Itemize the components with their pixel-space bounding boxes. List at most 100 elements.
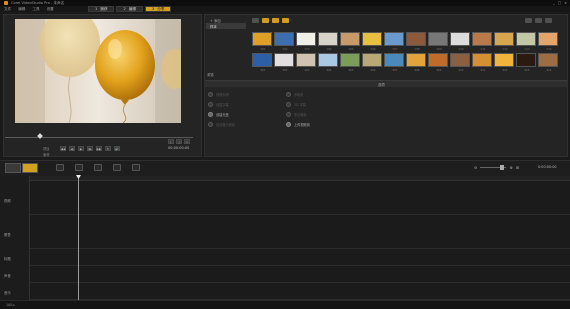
thumbnail-caption: V02 [282,48,288,51]
timeline-playhead[interactable] [78,176,79,300]
media-thumbnail[interactable]: S04 [318,53,338,72]
list-view-icon[interactable] [535,18,542,23]
media-thumbnail[interactable]: S14 [538,53,558,72]
media-thumbnail[interactable]: V02 [274,32,294,51]
zoom-out-icon[interactable]: ⊖ [474,165,477,170]
share-option[interactable]: 视频剪辑 [208,92,286,97]
transport-controls: ◀◀ ◀| ▶ |▶ ▶▶ ↻ 🔊 [60,146,120,151]
sort-icon[interactable] [525,18,532,23]
media-thumbnail[interactable]: S06 [362,53,382,72]
mark-in-button[interactable]: [ [168,139,174,144]
media-thumbnail[interactable]: S11 [472,53,492,72]
option-icon [208,112,213,117]
media-thumbnail[interactable]: V05 [340,32,360,51]
record-capture-icon[interactable] [94,164,102,171]
undo-icon[interactable] [56,164,64,171]
home-button[interactable]: ◀◀ [60,146,66,151]
folder-icon[interactable] [252,18,259,23]
thumbnail-size-icon[interactable] [545,18,552,23]
browse-button[interactable]: 浏览 [207,72,214,77]
repeat-icon[interactable]: ↻ [105,146,111,151]
media-thumbnail[interactable]: V10 [450,32,470,51]
media-thumbnail[interactable]: S13 [516,53,536,72]
media-thumbnail[interactable]: V04 [318,32,338,51]
video-filter-icon[interactable] [262,18,269,23]
player-mode: 项目 素材 [43,146,50,157]
share-option[interactable]: 多点裁剪 [286,112,364,117]
zoom-knob[interactable] [500,165,505,170]
fit-project-icon[interactable]: ⊞ [516,165,519,170]
video-track[interactable] [30,182,570,215]
share-option[interactable]: 自动音乐修剪 [208,122,286,127]
menu-settings[interactable]: 设置 [47,7,54,12]
timeline-timecode[interactable]: 0:00:00:00 [538,165,557,169]
share-option[interactable]: 上传视频到 [286,122,364,127]
overlay-track[interactable] [30,216,570,249]
media-thumbnail[interactable]: S12 [494,53,514,72]
window-controls: _ □ × [553,1,567,5]
media-thumbnail[interactable]: V01 [252,32,272,51]
media-thumbnail[interactable]: S07 [384,53,404,72]
options-bar[interactable]: 选项 [205,80,567,87]
close-button[interactable]: × [564,1,567,5]
minimize-button[interactable]: _ [553,1,555,5]
voice-track[interactable] [30,267,570,283]
time-ruler[interactable] [30,176,570,181]
window-title: Corel VideoStudio Pro - 未命名 [11,0,65,5]
share-option[interactable]: 3D 字幕 [286,102,364,107]
media-thumbnail[interactable]: V07 [384,32,404,51]
photo-filter-icon[interactable] [272,18,279,23]
project-mode[interactable]: 项目 [43,146,50,151]
share-option[interactable]: 多相机 [286,92,364,97]
mark-out-button[interactable]: ] [176,139,182,144]
video-preview[interactable] [15,19,181,123]
title-track[interactable] [30,250,570,266]
volume-icon[interactable]: 🔊 [114,146,120,151]
step-edit[interactable]: 2 编辑 [116,6,143,12]
menu-file[interactable]: 文件 [4,7,11,12]
media-thumbnail[interactable]: S08 [406,53,426,72]
media-thumbnail[interactable]: S10 [450,53,470,72]
media-thumbnail[interactable]: S02 [274,53,294,72]
track-label-title: 标题 [4,257,11,261]
menu-edit[interactable]: 编辑 [18,7,25,12]
audio-filter-icon[interactable] [282,18,289,23]
sound-mixer-icon[interactable] [113,164,121,171]
prev-frame-button[interactable]: ◀| [69,146,75,151]
menu-tools[interactable]: 工具 [32,7,39,12]
media-thumbnail[interactable]: V03 [296,32,316,51]
media-thumbnail[interactable]: S03 [296,53,316,72]
step-share[interactable]: 3 分享 [144,6,172,12]
music-track[interactable] [30,284,570,300]
media-thumbnail[interactable]: S09 [428,53,448,72]
timeline-view-icon[interactable] [22,163,38,173]
options-label: 选项 [378,83,385,87]
step-capture[interactable]: 1 捕获 [88,6,115,12]
media-thumbnail[interactable]: V11 [472,32,492,51]
share-option[interactable]: 创建字幕 [208,102,286,107]
split-button[interactable]: ✂ [184,139,190,144]
preview-timecode[interactable]: 00:00:00:00 [168,146,189,150]
clip-mode[interactable]: 素材 [43,152,50,157]
share-option[interactable]: 创建光盘 [208,112,286,117]
media-thumbnail[interactable]: V14 [538,32,558,51]
maximize-button[interactable]: □ [558,1,561,5]
media-thumbnail[interactable]: V13 [516,32,536,51]
next-frame-button[interactable]: |▶ [87,146,93,151]
media-thumbnail[interactable]: V09 [428,32,448,51]
media-thumbnail[interactable]: V06 [362,32,382,51]
media-thumbnail[interactable]: S01 [252,53,272,72]
preview-scrubber[interactable] [5,137,193,138]
redo-icon[interactable] [75,164,83,171]
storyboard-view-icon[interactable] [5,163,21,173]
zoom-slider[interactable] [480,165,507,170]
thumbnail-caption: V11 [480,48,486,51]
play-button[interactable]: ▶ [78,146,84,151]
media-thumbnail[interactable]: V12 [494,32,514,51]
media-thumbnail[interactable]: S05 [340,53,360,72]
end-button[interactable]: ▶▶ [96,146,102,151]
zoom-in-icon[interactable]: ⊕ [509,165,512,170]
auto-music-icon[interactable] [132,164,140,171]
nav-samples[interactable]: 样本 [206,23,246,29]
media-thumbnail[interactable]: V08 [406,32,426,51]
